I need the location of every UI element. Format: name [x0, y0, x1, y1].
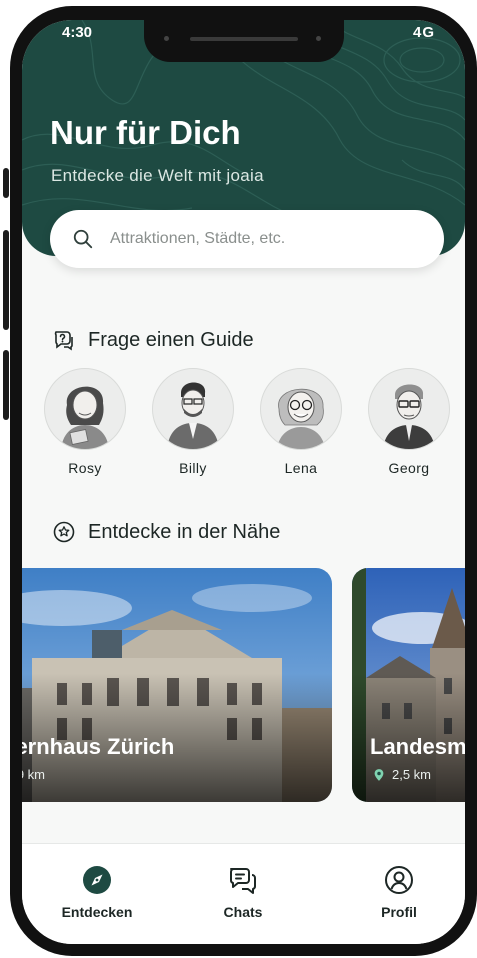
tab-chats[interactable]: Chats — [188, 864, 298, 920]
guides-section-title: Frage einen Guide — [88, 328, 254, 351]
guide-portrait-lena — [277, 388, 325, 449]
compass-icon — [83, 866, 111, 894]
location-pin-icon — [374, 768, 384, 781]
camera-notch — [143, 20, 344, 62]
place-distance: 1,9 km — [22, 767, 45, 782]
tab-label: Entdecken — [61, 904, 133, 920]
guide-name: Lena — [284, 460, 318, 476]
guide-portrait-rosy — [61, 386, 109, 449]
guide-name: Georg — [388, 460, 430, 476]
tab-profil[interactable]: Profil — [344, 864, 454, 920]
search-bar[interactable] — [50, 210, 444, 268]
speaker-grille — [189, 37, 298, 41]
place-card-opernhaus[interactable]: pernhaus Zürich 1,9 km — [22, 568, 332, 802]
place-distance-value: 2,5 km — [392, 767, 432, 782]
place-photo-opernhaus — [22, 568, 332, 802]
nearby-section-title: Entdecke in der Nähe — [88, 520, 281, 543]
tab-label: Chats — [223, 904, 263, 920]
guide-name: Billy — [179, 460, 207, 476]
place-title: pernhaus Zürich — [22, 734, 175, 759]
guide-billy[interactable]: Billy — [152, 368, 234, 476]
guide-portrait-billy — [167, 382, 219, 449]
place-distance-value: 1,9 km — [22, 767, 46, 782]
avatar[interactable] — [260, 368, 342, 450]
bottom-tab-bar: Entdecken Chats Profil — [22, 843, 465, 944]
sensor-dot — [163, 36, 169, 41]
status-signal: 4G — [412, 24, 435, 41]
chat-bubbles-icon — [230, 868, 256, 894]
guide-portrait-georg — [383, 384, 435, 449]
nearby-section-header: Entdecke in der Nähe — [52, 520, 280, 544]
place-card-landesmuseum[interactable]: Landesm 2,5 km — [352, 568, 465, 802]
tab-entdecken[interactable]: Entdecken — [42, 864, 152, 920]
avatar[interactable] — [368, 368, 450, 450]
tab-label: Profil — [381, 904, 417, 920]
avatar[interactable] — [152, 368, 234, 450]
page-subtitle: Entdecke die Welt mit joaia — [51, 166, 264, 185]
avatar[interactable] — [44, 368, 126, 450]
search-icon — [73, 229, 93, 249]
guide-lena[interactable]: Lena — [260, 368, 342, 476]
guides-list: Rosy Billy Lena Georg — [44, 368, 450, 476]
guide-georg[interactable]: Georg — [368, 368, 450, 476]
star-badge-icon — [53, 521, 75, 543]
mute-switch — [3, 168, 9, 198]
page-title: Nur für Dich — [50, 114, 241, 151]
search-input[interactable] — [108, 229, 412, 249]
guides-section-header: Frage einen Guide — [52, 328, 254, 352]
guide-name: Rosy — [68, 460, 102, 476]
status-time: 4:30 — [62, 24, 93, 41]
phone-frame: 4:30 4G Nur für Dich Entdecke die Welt m… — [10, 6, 477, 956]
place-distance: 2,5 km — [372, 767, 431, 782]
camera-dot — [315, 36, 321, 41]
user-circle-icon — [385, 866, 413, 894]
question-chat-icon — [54, 331, 73, 351]
app-screen: 4:30 4G Nur für Dich Entdecke die Welt m… — [22, 20, 465, 944]
volume-up-button — [3, 230, 9, 330]
device-mockup: 4:30 4G Nur für Dich Entdecke die Welt m… — [0, 0, 477, 958]
nearby-carousel[interactable]: pernhaus Zürich 1,9 km — [22, 568, 465, 802]
guide-rosy[interactable]: Rosy — [44, 368, 126, 476]
place-title: Landesm — [370, 734, 465, 759]
volume-down-button — [3, 350, 9, 420]
